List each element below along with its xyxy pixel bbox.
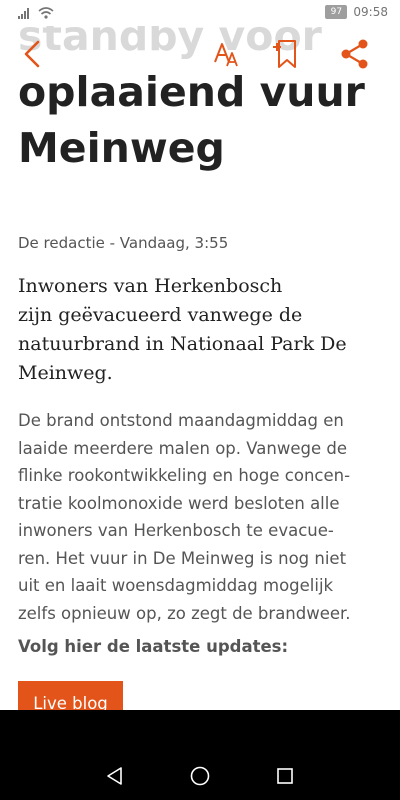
article-content: standby voor oplaaiend vuur Meinweg De r… bbox=[0, 0, 400, 710]
article-intro: Inwoners van Herkenbosch zijn geëvacueer… bbox=[18, 272, 390, 388]
circle-home-icon bbox=[190, 766, 210, 786]
battery-indicator: 97 bbox=[325, 5, 348, 19]
status-right: 97 09:58 bbox=[325, 5, 388, 19]
updates-label: Volg hier de laatste updates: bbox=[18, 637, 289, 656]
font-size-button[interactable] bbox=[209, 36, 245, 72]
app-toolbar bbox=[0, 26, 400, 82]
body-line: laaide meerdere malen op. Vanwege de bbox=[18, 438, 347, 458]
navigation-bar bbox=[0, 710, 400, 800]
body-line: tratie koolmonoxide werd besloten alle bbox=[18, 493, 340, 513]
triangle-back-icon bbox=[107, 767, 122, 785]
square-recent-icon bbox=[277, 768, 293, 784]
nav-home-button[interactable] bbox=[186, 762, 214, 790]
chevron-left-icon bbox=[24, 40, 40, 68]
status-icons bbox=[18, 5, 58, 24]
body-line: zelfs opnieuw op, zo zegt de brandweer. bbox=[18, 603, 351, 623]
intro-line: zijn geëvacueerd vanwege de bbox=[18, 304, 303, 326]
bookmark-add-icon bbox=[273, 40, 296, 68]
bookmark-button[interactable] bbox=[269, 36, 305, 72]
headline-line: Meinweg bbox=[18, 124, 225, 172]
signal-wifi-icon bbox=[18, 7, 54, 19]
body-line: flinke rookontwikkeling en hoge concen- bbox=[18, 466, 351, 485]
article-body: De brand ontstond maandagmiddag en laaid… bbox=[18, 407, 390, 627]
back-button[interactable] bbox=[14, 36, 50, 72]
intro-line: natuurbrand in Nationaal Park De bbox=[18, 333, 347, 355]
body-line: inwoners van Herkenbosch te evacue- bbox=[18, 521, 334, 540]
body-line: ren. Het vuur in De Meinweg is nog niet bbox=[18, 548, 347, 568]
screen: standby voor oplaaiend vuur Meinweg De r… bbox=[0, 0, 400, 800]
body-line: De brand ontstond maandagmiddag en bbox=[18, 411, 344, 430]
font-size-icon bbox=[214, 43, 238, 67]
article-byline: De redactie - Vandaag, 3:55 bbox=[18, 234, 229, 252]
body-line: uit en laait woensdagmiddag mogelijk bbox=[18, 576, 334, 595]
share-button[interactable] bbox=[337, 36, 373, 72]
nav-recent-button[interactable] bbox=[271, 762, 299, 790]
intro-line: Meinweg. bbox=[18, 362, 113, 384]
status-bar: 97 09:58 bbox=[0, 0, 400, 26]
status-clock: 09:58 bbox=[353, 5, 388, 19]
intro-line: Inwoners van Herkenbosch bbox=[18, 275, 283, 297]
nav-back-button[interactable] bbox=[101, 762, 129, 790]
share-icon bbox=[341, 39, 368, 69]
live-blog-button[interactable]: Live blog bbox=[18, 681, 123, 710]
